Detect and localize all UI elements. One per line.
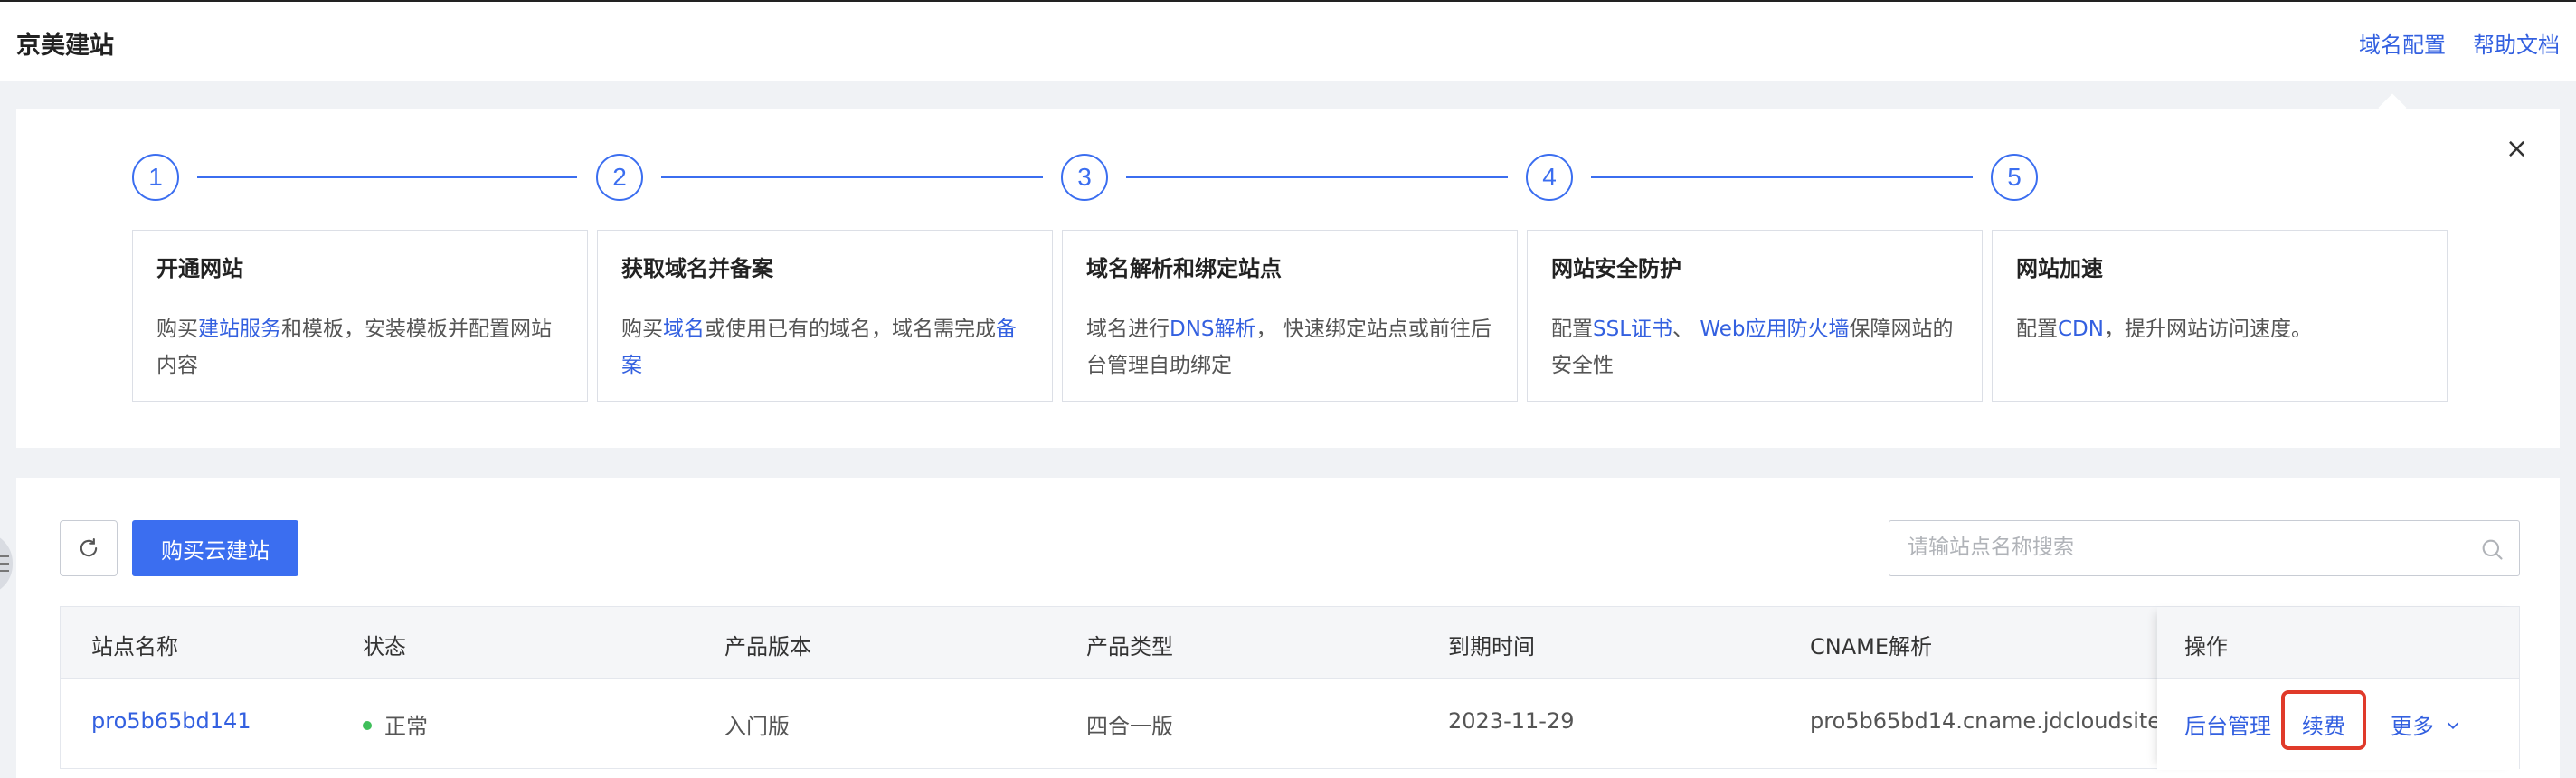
type-cell: 四合一版: [1086, 714, 1173, 739]
step-card-security: 网站安全防护 配置SSL证书、 Web应用防火墙保障网站的安全性: [1527, 230, 1983, 402]
step-1-number: 1: [132, 154, 179, 201]
column-header: 产品类型: [1086, 634, 1173, 659]
step-card-text: 配置CDN，提升网站访问速度。: [2016, 318, 2312, 341]
step-3-number: 3: [1061, 154, 1108, 201]
search-input[interactable]: [1889, 521, 2450, 574]
step-card-text: 购买域名或使用已有的域名，域名需完成备案: [621, 318, 1017, 377]
version-cell: 入门版: [724, 714, 790, 739]
app-title: 京美建站: [16, 32, 114, 60]
admin-manage-link[interactable]: 后台管理: [2184, 708, 2271, 740]
close-icon[interactable]: ×: [2505, 136, 2528, 163]
waf-link[interactable]: Web应用防火墙: [1700, 318, 1849, 341]
step-card-text: 域名进行DNS解析， 快速绑定站点或前往后台管理自助绑定: [1086, 318, 1492, 377]
step-card-open-site: 开通网站 购买建站服务和模板，安装模板并配置网站内容: [132, 230, 588, 402]
step-card-title: 域名解析和绑定站点: [1086, 256, 1282, 281]
step-card-text: 购买建站服务和模板，安装模板并配置网站内容: [156, 318, 552, 377]
help-docs-link[interactable]: 帮助文档: [2473, 27, 2560, 59]
step-connector: [661, 176, 1043, 178]
build-service-link[interactable]: 建站服务: [198, 318, 281, 341]
step-card-text: 配置SSL证书、 Web应用防火墙保障网站的安全性: [1551, 318, 1954, 377]
site-table: 站点名称 状态 产品版本 产品类型 到期时间 CNAME解析 pro5b65bd…: [60, 606, 2520, 770]
buy-cloud-site-button[interactable]: 购买云建站: [132, 520, 298, 576]
step-card-domain: 获取域名并备案 购买域名或使用已有的域名，域名需完成备案: [597, 230, 1053, 402]
renew-highlight-box: [2281, 690, 2366, 750]
cdn-link[interactable]: CDN: [2058, 318, 2104, 341]
step-connector: [1126, 176, 1508, 178]
step-card-dns: 域名解析和绑定站点 域名进行DNS解析， 快速绑定站点或前往后台管理自助绑定: [1062, 230, 1518, 402]
expire-cell: 2023-11-29: [1448, 708, 1575, 734]
column-header: 操作: [2184, 634, 2228, 659]
operations-header: 操作: [2157, 607, 2519, 679]
step-4-number: 4: [1526, 154, 1573, 201]
table-header: 站点名称 状态 产品版本 产品类型 到期时间 CNAME解析: [61, 607, 2519, 679]
domain-link[interactable]: 域名: [663, 318, 705, 341]
ssl-link[interactable]: SSL证书: [1593, 318, 1672, 341]
step-card-title: 获取域名并备案: [621, 256, 773, 281]
cname-cell: pro5b65bd14.cname.jdcloudsite.com: [1810, 708, 2214, 734]
step-card-title: 网站安全防护: [1551, 256, 1681, 281]
sidebar-toggle-handle[interactable]: [0, 532, 13, 595]
step-5-number: 5: [1991, 154, 2038, 201]
site-search[interactable]: [1889, 520, 2520, 576]
search-icon[interactable]: [2479, 536, 2505, 562]
column-header: 站点名称: [91, 634, 178, 659]
domain-config-link[interactable]: 域名配置: [2359, 27, 2446, 59]
step-connector: [197, 176, 577, 178]
column-header: 产品版本: [724, 634, 811, 659]
column-header: CNAME解析: [1810, 634, 1932, 659]
step-connector: [1591, 176, 1973, 178]
step-card-title: 网站加速: [2016, 256, 2103, 281]
step-card-title: 开通网站: [156, 256, 243, 281]
step-card-acceleration: 网站加速 配置CDN，提升网站访问速度。: [1992, 230, 2448, 402]
column-header: 到期时间: [1448, 634, 1535, 659]
status-cell: 正常: [363, 708, 428, 740]
site-name-link[interactable]: pro5b65bd141: [91, 708, 251, 734]
refresh-button[interactable]: [60, 520, 118, 576]
refresh-icon: [80, 538, 98, 557]
status-text: 正常: [384, 714, 428, 739]
more-dropdown[interactable]: 更多: [2391, 708, 2463, 740]
status-dot-icon: [363, 721, 372, 730]
step-2-number: 2: [596, 154, 643, 201]
top-bar: 京美建站 域名配置 帮助文档: [0, 0, 2576, 81]
column-header: 状态: [363, 634, 406, 659]
chevron-down-icon: [2447, 722, 2459, 730]
dns-link[interactable]: DNS解析: [1170, 318, 1256, 341]
